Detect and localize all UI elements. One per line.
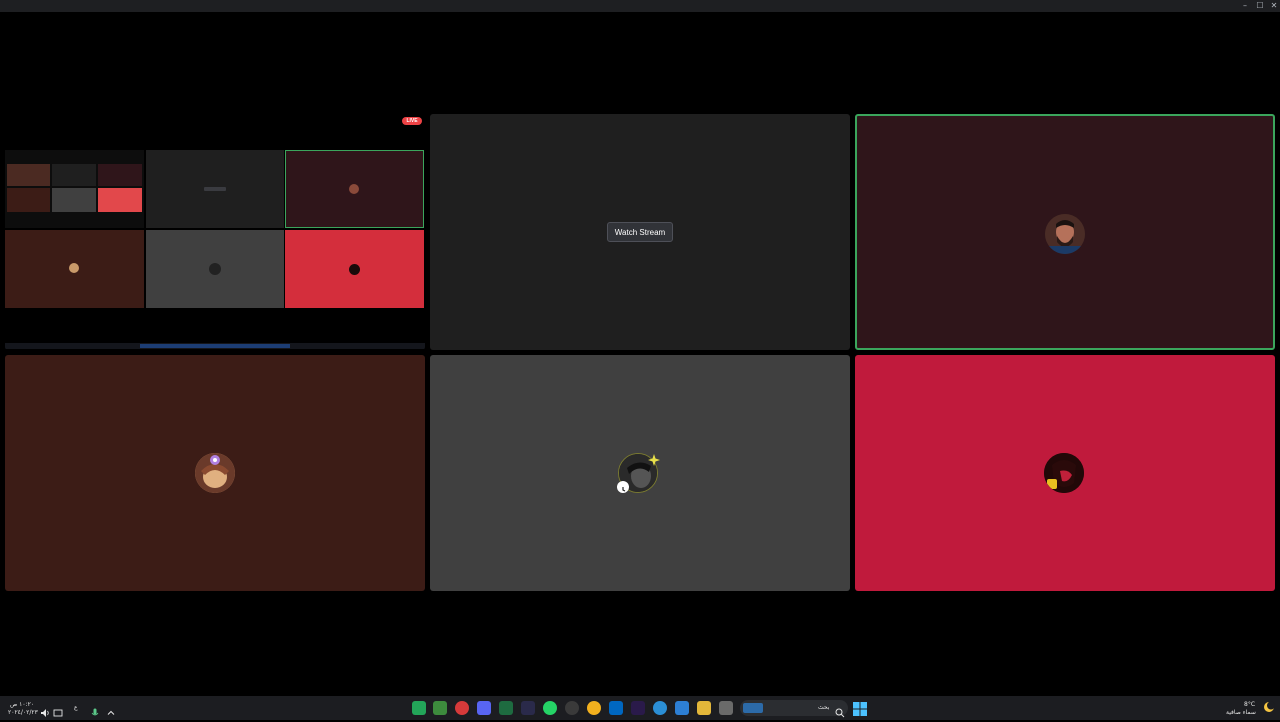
clock-time[interactable]: ١٠:٢٠ ص — [10, 701, 34, 708]
watch-stream-button[interactable]: Watch Stream — [607, 222, 673, 242]
red-character-avatar — [1044, 453, 1084, 493]
edge-icon[interactable] — [653, 701, 667, 715]
search-icon — [835, 703, 845, 718]
weather-temp[interactable]: 8°C — [1244, 701, 1255, 708]
mini-p2-tile — [5, 230, 144, 308]
discord-app-icon[interactable] — [477, 701, 491, 715]
file-explorer-icon[interactable] — [697, 701, 711, 715]
mini-watch-tile — [146, 150, 284, 228]
close-button[interactable]: ✕ — [1267, 0, 1280, 12]
weather-description[interactable]: سماء صافية — [1226, 709, 1256, 716]
anime-character-avatar — [195, 453, 235, 493]
photos-icon[interactable] — [675, 701, 689, 715]
participant-tile[interactable] — [430, 355, 850, 591]
files-icon[interactable] — [719, 701, 733, 715]
paint-icon[interactable] — [433, 701, 447, 715]
minimize-button[interactable]: – — [1238, 0, 1252, 12]
mini-p4-tile — [285, 230, 424, 308]
mini-p3-tile — [146, 230, 284, 308]
pen-icon[interactable] — [521, 701, 535, 715]
start-icon[interactable] — [853, 701, 867, 716]
live-badge: LIVE — [402, 117, 422, 125]
maximize-button[interactable]: ☐ — [1253, 0, 1267, 12]
search-input[interactable]: بحث — [740, 700, 848, 718]
sparkle-icon — [648, 451, 660, 466]
chrome-icon[interactable] — [587, 701, 601, 715]
search-highlight-icon — [743, 703, 763, 713]
settings-icon[interactable] — [565, 701, 579, 715]
participant-tile[interactable] — [5, 355, 425, 591]
excel-icon[interactable] — [499, 701, 513, 715]
weather-moon-icon[interactable] — [1262, 699, 1276, 713]
microphone-icon[interactable] — [91, 703, 99, 716]
mini-speaker-tile — [285, 150, 424, 228]
premiere-icon[interactable] — [631, 701, 645, 715]
volume-icon[interactable] — [40, 703, 50, 717]
clock-icon — [617, 481, 629, 493]
language-indicator[interactable]: ع — [74, 704, 78, 711]
discord-icon[interactable] — [412, 701, 426, 715]
browser-icon[interactable] — [455, 701, 469, 715]
participant-tile[interactable] — [855, 355, 1275, 591]
mini-taskbar — [5, 343, 425, 349]
title-bar — [0, 0, 1280, 12]
chevron-up-icon[interactable] — [106, 703, 116, 715]
store-icon[interactable] — [609, 701, 623, 715]
bearded-man-avatar — [1045, 214, 1085, 254]
clock-date[interactable]: ٢٠٢٤/٠٢/٢٣ — [8, 709, 38, 716]
search-placeholder: بحث — [818, 704, 830, 711]
participant-tile[interactable] — [855, 114, 1275, 350]
stream-preview-tile[interactable] — [5, 114, 425, 350]
mini-stream-tile — [5, 150, 144, 228]
network-icon[interactable] — [53, 703, 63, 717]
whatsapp-icon[interactable] — [543, 701, 557, 715]
